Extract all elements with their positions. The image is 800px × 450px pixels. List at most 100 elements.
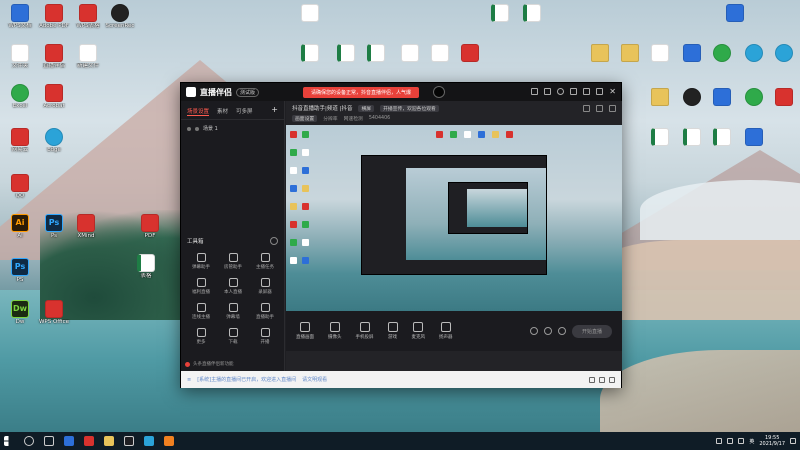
toolbox-item[interactable]: 本人直播: [217, 278, 249, 295]
desktop-icon[interactable]: WPS Office: [34, 300, 74, 326]
desktop-icon[interactable]: [764, 44, 800, 62]
ime-language[interactable]: 英: [749, 438, 754, 445]
toolbox-item[interactable]: 弹幕助手: [185, 253, 217, 270]
orientation-tag[interactable]: 横屏: [358, 104, 375, 112]
source-button[interactable]: 摄像头: [328, 322, 342, 340]
toolbox-item[interactable]: 下载: [217, 328, 249, 345]
desktop-icon[interactable]: Ps PS: [0, 258, 40, 284]
settings-icon[interactable]: [557, 88, 565, 95]
source-button[interactable]: 扬声器: [439, 322, 453, 340]
left-panel-footer[interactable]: 头条直播伴侣新功能: [185, 361, 234, 367]
toolbox-item[interactable]: 录屏器: [249, 278, 281, 295]
app-icon: [775, 88, 793, 106]
clock[interactable]: 19:55 2021/9/17: [759, 435, 785, 447]
source-button[interactable]: 麦克风: [412, 322, 425, 340]
preview-desktop-icon: [302, 167, 309, 174]
desktop-icon[interactable]: [450, 44, 490, 62]
desktop-icon[interactable]: 新建文件: [68, 44, 108, 70]
toolbox-item[interactable]: 更多: [185, 328, 217, 345]
desktop-icon[interactable]: [715, 4, 755, 22]
picture-settings-button[interactable]: 画面设置: [292, 115, 318, 122]
start-button-icon[interactable]: [4, 436, 9, 446]
source-icon: [387, 322, 398, 332]
stream-title[interactable]: 抖音直播助手|频道 |抖音: [292, 104, 352, 112]
expand-icon[interactable]: [609, 105, 616, 112]
source-icon: [329, 322, 340, 332]
notification-icon[interactable]: [790, 438, 796, 444]
start-live-button[interactable]: 开始直播: [571, 324, 612, 338]
toolbox-item[interactable]: 开播: [249, 328, 281, 345]
toolbox-item[interactable]: 直播助手: [249, 303, 281, 320]
preview-desktop-icon: [302, 203, 309, 210]
taskbar-browser-icon[interactable]: [144, 436, 154, 446]
bell-icon[interactable]: [570, 88, 578, 95]
desktop-icon[interactable]: [764, 88, 800, 106]
app-icon: [111, 4, 129, 22]
tab-scene[interactable]: 场景设置: [187, 107, 210, 116]
taskbar-wps-icon[interactable]: [84, 436, 94, 446]
gear-icon[interactable]: [557, 327, 566, 335]
beauty-icon[interactable]: [543, 327, 552, 335]
notice-banner[interactable]: 请确保您的设备正常，抖音直播伴侣，人气爆: [303, 86, 420, 98]
taskbar-app2-icon[interactable]: [164, 436, 174, 446]
desktop-icon[interactable]: [290, 4, 330, 22]
desktop-icon-label: 表格: [140, 273, 152, 279]
toolbox-item[interactable]: 房管助手: [217, 253, 249, 270]
layout-icon[interactable]: [583, 105, 590, 112]
user-avatar[interactable]: [433, 86, 446, 98]
taskbar-folder-icon[interactable]: [104, 436, 114, 446]
desktop-icon[interactable]: QQ: [0, 174, 40, 200]
close-icon[interactable]: ✕: [609, 88, 616, 96]
desktop-icon[interactable]: [290, 44, 330, 62]
source-button[interactable]: 游戏: [387, 322, 398, 340]
rotate-icon[interactable]: [596, 105, 603, 112]
source-button[interactable]: 手机投屏: [356, 322, 374, 340]
app-icon: [726, 4, 744, 22]
share-icon[interactable]: [609, 376, 615, 383]
toolbox-item[interactable]: 福利直播: [185, 278, 217, 295]
lock-icon[interactable]: [195, 126, 199, 131]
network-icon[interactable]: [727, 438, 734, 444]
desktop-icon-label: WPS Office: [38, 319, 70, 325]
scene-item[interactable]: 场景 1: [181, 120, 284, 137]
source-button[interactable]: 直播画面: [296, 322, 314, 340]
message-icon[interactable]: [544, 88, 552, 95]
record-icon[interactable]: [529, 327, 538, 335]
menu-icon[interactable]: [583, 88, 591, 95]
emoji-icon[interactable]: [599, 376, 605, 383]
toolbox-item[interactable]: 弹幕墙: [217, 303, 249, 320]
desktop-icon[interactable]: 表格: [126, 254, 166, 280]
desktop-icon[interactable]: ScreenRec: [100, 4, 140, 30]
network-check-label[interactable]: 网速检测: [344, 115, 363, 122]
taskbar-live-icon[interactable]: [124, 436, 134, 446]
volume-icon[interactable]: [738, 438, 745, 444]
taskbar-app-icon[interactable]: [64, 436, 74, 446]
desktop-icon[interactable]: [512, 4, 552, 22]
tool-icon: [260, 253, 270, 262]
desktop-icon[interactable]: XMind: [66, 214, 106, 240]
app-icon: [77, 214, 95, 232]
desktop-icon[interactable]: [734, 128, 774, 146]
minimize-icon[interactable]: [596, 88, 604, 95]
announcement-tag[interactable]: 开播宣传，欢迎各位观看: [380, 104, 439, 112]
desktop-icon[interactable]: Acrobat: [34, 84, 74, 110]
search-icon[interactable]: [24, 436, 34, 446]
tab-material[interactable]: 素材: [217, 107, 228, 116]
desktop-icon[interactable]: PDF: [130, 214, 170, 240]
live-preview-canvas[interactable]: [286, 125, 622, 311]
version-badge[interactable]: 测试版: [236, 87, 260, 97]
toolbox-item[interactable]: 连线主播: [185, 303, 217, 320]
screen-icon[interactable]: [531, 88, 539, 95]
desktop-icon[interactable]: Edge: [34, 128, 74, 154]
toolbox-item[interactable]: 主播任务: [249, 253, 281, 270]
gift-icon[interactable]: [589, 376, 595, 383]
tab-multi-screen[interactable]: 可多屏: [236, 107, 253, 116]
menu-lines-icon[interactable]: ≡: [187, 377, 191, 383]
help-icon[interactable]: [270, 237, 278, 245]
add-scene-button[interactable]: +: [271, 106, 278, 116]
task-view-icon[interactable]: [44, 436, 54, 446]
visibility-icon[interactable]: [187, 126, 191, 131]
tool-label: 主播任务: [256, 265, 274, 270]
resolution-label[interactable]: 分辨率: [323, 115, 337, 122]
tray-up-icon[interactable]: [716, 438, 723, 444]
